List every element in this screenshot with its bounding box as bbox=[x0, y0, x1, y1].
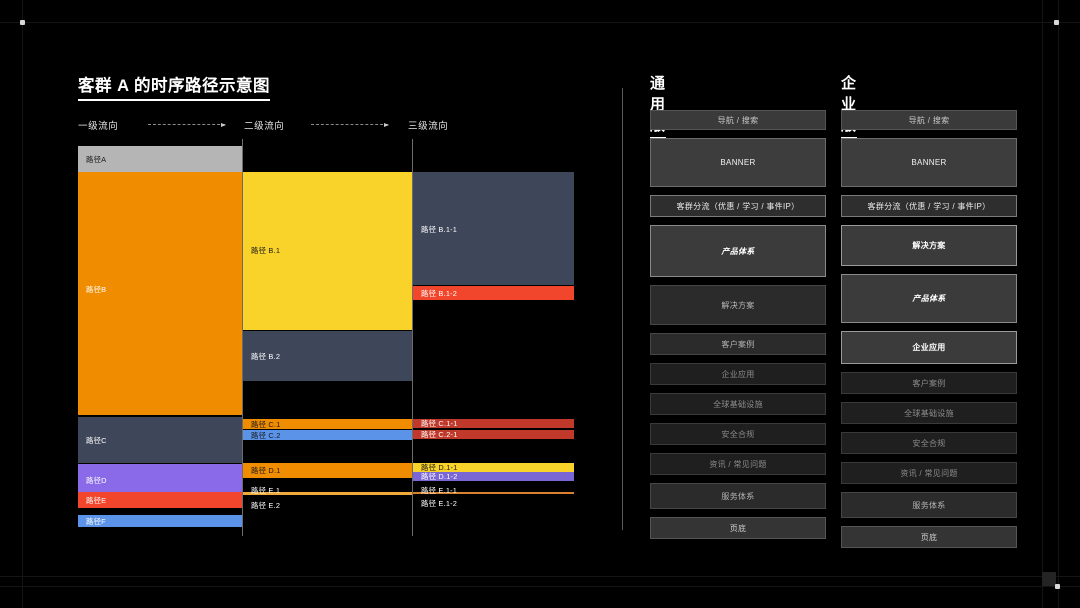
chart-bar: 路径 D.1-2 bbox=[413, 472, 574, 481]
chart-bar: 路径 B.1-1 bbox=[413, 172, 574, 285]
screen-root: 客群 A 的时序路径示意图 一级流向 二级流向 三级流向 路径A 路径B 路径C 路径… bbox=[0, 0, 1080, 608]
wireframe-block[interactable]: BANNER bbox=[650, 138, 826, 187]
wireframe-block[interactable]: 资讯 / 常见问题 bbox=[841, 462, 1017, 484]
wireframe-block[interactable]: 客户案例 bbox=[650, 333, 826, 355]
wireframe-block[interactable]: 企业应用 bbox=[650, 363, 826, 385]
wireframe-block[interactable]: 服务体系 bbox=[650, 483, 826, 509]
guide-line-right-2 bbox=[1058, 0, 1059, 608]
chart-bar-label: 路径F bbox=[78, 516, 106, 527]
chart-bar-label: 路径 C.1 bbox=[243, 419, 281, 429]
chart-bar: 路径B bbox=[78, 172, 242, 415]
chart-bar-label: 路径 C.1-1 bbox=[413, 419, 458, 428]
panel-divider bbox=[622, 88, 623, 530]
chart-bar: 路径 B.1-2 bbox=[413, 286, 574, 300]
chart-bar: 路径 B.1 bbox=[243, 172, 412, 330]
chart-bar: 路径 D.1-1 bbox=[413, 463, 574, 472]
chart-bar-label: 路径 C.2-1 bbox=[413, 430, 458, 439]
chart-bar-label: 路径 E.1-2 bbox=[421, 498, 457, 509]
chart-bar: 路径 C.1 bbox=[243, 419, 412, 429]
wireframe-block[interactable]: 解决方案 bbox=[841, 225, 1017, 266]
guide-corner-block bbox=[1042, 572, 1056, 586]
chart-bar: 路径 D.1 bbox=[243, 463, 412, 478]
flow-chart-panel: 客群 A 的时序路径示意图 一级流向 二级流向 三级流向 路径A 路径B 路径C 路径… bbox=[0, 0, 622, 608]
wireframe-block[interactable]: 页底 bbox=[841, 526, 1017, 548]
wireframe-block[interactable]: 服务体系 bbox=[841, 492, 1017, 518]
guide-line-right bbox=[1042, 0, 1043, 608]
chart-bar: 路径 C.2 bbox=[243, 430, 412, 440]
wireframe-block[interactable]: 企业应用 bbox=[841, 331, 1017, 364]
stage-label-1: 一级流向 bbox=[78, 118, 118, 132]
wireframe-block[interactable]: 导航 / 搜索 bbox=[650, 110, 826, 130]
chart-bar-label: 路径A bbox=[78, 154, 106, 165]
chart-bar-label: 路径C bbox=[78, 435, 107, 446]
wireframe-block[interactable]: 安全合规 bbox=[650, 423, 826, 445]
chart-bar-label: 路径 D.1-1 bbox=[413, 463, 458, 472]
stage-arrow-2 bbox=[311, 124, 388, 125]
stage-arrow-1 bbox=[148, 124, 225, 125]
chart-bar-label: 路径 B.1 bbox=[243, 245, 280, 256]
chart-bar-label: 路径B bbox=[78, 284, 106, 295]
chart-bar-label: 路径 B.1-1 bbox=[413, 224, 457, 235]
wireframe-block[interactable]: 全球基础设施 bbox=[650, 393, 826, 415]
guide-dot-bottom-right bbox=[1055, 584, 1060, 589]
chart-bar-label: 路径 D.1-2 bbox=[413, 472, 458, 481]
wireframe-block[interactable]: BANNER bbox=[841, 138, 1017, 187]
stage-label-2: 二级流向 bbox=[244, 118, 284, 132]
chart-bar: 路径 B.2 bbox=[243, 331, 412, 381]
page-title: 客群 A 的时序路径示意图 bbox=[78, 72, 270, 101]
guide-dot-top-right bbox=[1054, 20, 1059, 25]
chart-bar: 路径A bbox=[78, 146, 242, 172]
stage-label-3: 三级流向 bbox=[408, 118, 448, 132]
chart-bar-label: 路径D bbox=[78, 475, 107, 486]
chart-bar-label: 路径 E.2 bbox=[251, 500, 280, 511]
wireframe-block[interactable]: 客群分流（优惠 / 学习 / 事件IP） bbox=[650, 195, 826, 217]
chart-bar-label: 路径 B.1-2 bbox=[413, 288, 457, 299]
wireframe-block[interactable]: 客群分流（优惠 / 学习 / 事件IP） bbox=[841, 195, 1017, 217]
chart-bar-label: 路径 C.2 bbox=[243, 430, 281, 440]
chart-bar-label: 路径E bbox=[78, 495, 106, 506]
wireframe-block[interactable]: 解决方案 bbox=[650, 285, 826, 325]
chart-bar: 路径C bbox=[78, 417, 242, 463]
wireframe-block[interactable]: 页底 bbox=[650, 517, 826, 539]
wireframe-block[interactable]: 安全合规 bbox=[841, 432, 1017, 454]
wireframe-block[interactable]: 产品体系 bbox=[650, 225, 826, 277]
chart-bar-label: 路径 D.1 bbox=[243, 465, 281, 476]
wireframe-block[interactable]: 全球基础设施 bbox=[841, 402, 1017, 424]
chart-bar: 路径 C.1-1 bbox=[413, 419, 574, 428]
chart-bar-label: 路径 B.2 bbox=[243, 351, 280, 362]
chart-bar: 路径E bbox=[78, 492, 242, 508]
wireframe-block[interactable]: 导航 / 搜索 bbox=[841, 110, 1017, 130]
wireframe-block[interactable]: 客户案例 bbox=[841, 372, 1017, 394]
wireframe-block[interactable]: 产品体系 bbox=[841, 274, 1017, 323]
chart-bar: 路径F bbox=[78, 515, 242, 527]
chart-bar-label: 路径 E.1-1 bbox=[421, 485, 457, 496]
chart-bar-label: 路径 E.1 bbox=[251, 485, 280, 496]
chart-bar: 路径 C.2-1 bbox=[413, 430, 574, 439]
wireframe-block[interactable]: 资讯 / 常见问题 bbox=[650, 453, 826, 475]
